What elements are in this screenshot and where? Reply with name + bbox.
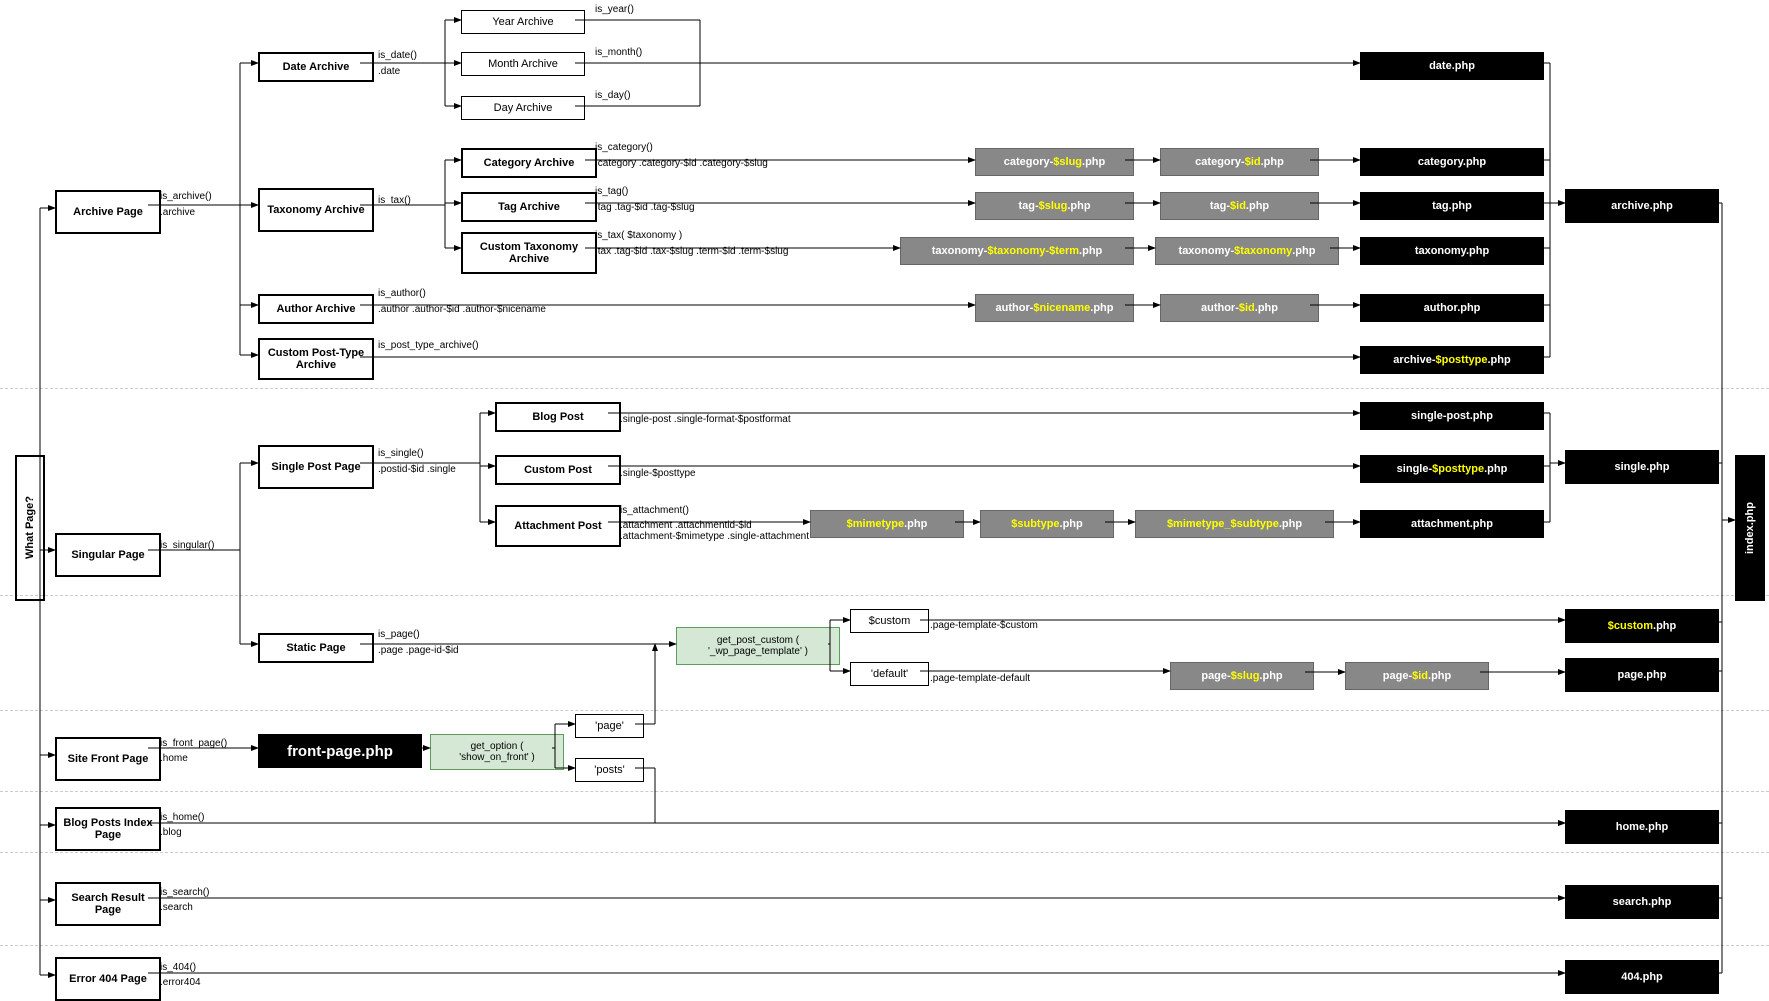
cls: .postid-$id .single [378, 464, 456, 475]
cond: is_archive() [160, 191, 212, 202]
cls: .category .category-$id .category-$slug [595, 158, 768, 169]
cond: is_search() [160, 887, 209, 898]
blog-page: Blog Posts Index Page [55, 807, 161, 851]
cls: .page-template-default [930, 673, 1030, 684]
singular-page: Singular Page [55, 533, 161, 577]
single-posttype: single-$posttype.php [1360, 455, 1544, 483]
taxonomy-php: taxonomy.php [1360, 237, 1544, 265]
mime-subtype: $mimetype_$subtype.php [1135, 510, 1334, 538]
cls: .date [378, 66, 400, 77]
archive-page: Archive Page [55, 190, 161, 234]
cls: .attachment .attachmentid-$id .attachmen… [620, 520, 820, 542]
tag-slug: tag-$slug.php [975, 192, 1134, 220]
cls: .single-post .single-format-$postformat [620, 414, 791, 425]
cond: is_singular() [160, 540, 214, 551]
custom-branch: $custom [850, 609, 929, 633]
cond: is_home() [160, 812, 204, 823]
year-archive: Year Archive [461, 10, 585, 34]
cls: .tag .tag-$id .tag-$slug [595, 202, 695, 213]
cond: is_tax( $taxonomy ) [595, 230, 682, 241]
diagram: What Page? index.php Archive Page is_arc… [0, 0, 1769, 998]
static-page: Static Page [258, 633, 374, 663]
single-post-php: single-post.php [1360, 402, 1544, 430]
author-id: author-$id.php [1160, 294, 1319, 322]
wp-page-template: get_post_custom ( '_wp_page_template' ) [676, 627, 840, 665]
cls: .blog [160, 827, 182, 838]
cls: .author .author-$id .author-$nicename [378, 304, 546, 315]
404-php: 404.php [1565, 960, 1719, 994]
custom-tax-archive: Custom Taxonomy Archive [461, 232, 597, 274]
cls: .search [160, 902, 193, 913]
cond: is_attachment() [620, 505, 689, 516]
cls: .page .page-id-$id [378, 645, 459, 656]
page-slug: page-$slug.php [1170, 662, 1314, 690]
date-archive: Date Archive [258, 52, 374, 82]
subtype: $subtype.php [980, 510, 1114, 538]
index-php: index.php [1735, 455, 1765, 601]
cat-slug: category-$slug.php [975, 148, 1134, 176]
page-id: page-$id.php [1345, 662, 1489, 690]
custom-php: $custom.php [1565, 609, 1719, 643]
tag-php: tag.php [1360, 192, 1544, 220]
tag-id: tag-$id.php [1160, 192, 1319, 220]
cond: is_tax() [378, 195, 411, 206]
cond: is_single() [378, 448, 424, 459]
archive-posttype: archive-$posttype.php [1360, 346, 1544, 374]
home-php: home.php [1565, 810, 1719, 844]
tax-only: taxonomy-$taxonomy.php [1155, 237, 1339, 265]
front-page: Site Front Page [55, 737, 161, 781]
archive-php: archive.php [1565, 189, 1719, 223]
attachment-post: Attachment Post [495, 505, 621, 547]
root-node: What Page? [15, 455, 45, 601]
cat-id: category-$id.php [1160, 148, 1319, 176]
cond: is_page() [378, 629, 420, 640]
author-archive: Author Archive [258, 294, 374, 324]
cond: is_category() [595, 142, 653, 153]
cls: .tax .tag-$id .tax-$slug .term-$id .term… [595, 246, 788, 257]
taxonomy-archive: Taxonomy Archive [258, 188, 374, 232]
single-post-page: Single Post Page [258, 445, 374, 489]
search-php: search.php [1565, 885, 1719, 919]
cond: is_front_page() [160, 738, 227, 749]
cpt-archive: Custom Post-Type Archive [258, 338, 374, 380]
author-nicename: author-$nicename.php [975, 294, 1134, 322]
single-php: single.php [1565, 450, 1719, 484]
attachment-php: attachment.php [1360, 510, 1544, 538]
cond: is_author() [378, 288, 426, 299]
blog-post: Blog Post [495, 402, 621, 432]
cls: .home [160, 753, 188, 764]
cond: is_404() [160, 962, 196, 973]
category-php: category.php [1360, 148, 1544, 176]
opt-posts: 'posts' [575, 758, 644, 782]
cond: is_date() [378, 50, 417, 61]
month-archive: Month Archive [461, 52, 585, 76]
error-page: Error 404 Page [55, 957, 161, 1001]
day-archive: Day Archive [461, 96, 585, 120]
date-php: date.php [1360, 52, 1544, 80]
page-php: page.php [1565, 658, 1719, 692]
cls: .single-$posttype [620, 468, 696, 479]
author-php: author.php [1360, 294, 1544, 322]
front-page-php: front-page.php [258, 734, 422, 768]
show-on-front: get_option ( 'show_on_front' ) [430, 734, 564, 770]
cond: is_year() [595, 4, 634, 15]
cls: .error404 [160, 977, 201, 988]
tax-term: taxonomy-$taxonomy-$term.php [900, 237, 1134, 265]
search-page: Search Result Page [55, 882, 161, 926]
custom-post: Custom Post [495, 455, 621, 485]
category-archive: Category Archive [461, 148, 597, 178]
cls: .archive [160, 207, 195, 218]
tag-archive: Tag Archive [461, 192, 597, 222]
opt-page: 'page' [575, 714, 644, 738]
cond: is_day() [595, 90, 631, 101]
cond: is_post_type_archive() [378, 340, 479, 351]
mimetype: $mimetype.php [810, 510, 964, 538]
default-branch: 'default' [850, 662, 929, 686]
cond: is_month() [595, 47, 642, 58]
cls: .page-template-$custom [930, 620, 1038, 631]
cond: is_tag() [595, 186, 628, 197]
